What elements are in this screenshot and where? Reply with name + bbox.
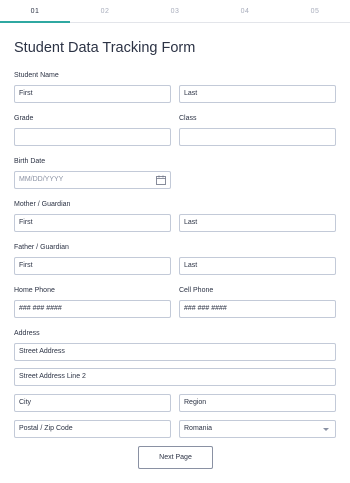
student-name-label: Student Name <box>14 72 59 79</box>
step-3[interactable]: 03 <box>140 0 210 22</box>
street-address-input[interactable]: Street Address <box>14 343 336 361</box>
form-title: Student Data Tracking Form <box>14 40 196 56</box>
step-2[interactable]: 02 <box>70 0 140 22</box>
chevron-down-icon <box>323 428 329 431</box>
step-active-indicator <box>0 21 70 23</box>
grade-input[interactable] <box>14 128 171 146</box>
country-selected-value: Romania <box>184 425 213 432</box>
cell-phone-label: Cell Phone <box>179 287 214 294</box>
calendar-icon[interactable] <box>156 175 166 185</box>
step-1[interactable]: 01 <box>0 0 70 22</box>
country-select[interactable]: Romania <box>179 420 336 438</box>
address-label: Address <box>14 330 40 337</box>
step-4[interactable]: 04 <box>210 0 280 22</box>
class-label: Class <box>179 115 197 122</box>
cell-phone-input[interactable]: ### ### #### <box>179 300 336 318</box>
grade-label: Grade <box>14 115 34 122</box>
mother-guardian-label: Mother / Guardian <box>14 201 71 208</box>
step-5[interactable]: 05 <box>280 0 350 22</box>
birth-date-placeholder: MM/DD/YYYY <box>19 176 64 183</box>
father-guardian-label: Father / Guardian <box>14 244 69 251</box>
birth-date-input[interactable]: MM/DD/YYYY <box>14 171 171 189</box>
postal-code-input[interactable]: Postal / Zip Code <box>14 420 171 438</box>
city-input[interactable]: City <box>14 394 171 412</box>
student-last-name-input[interactable]: Last <box>179 85 336 103</box>
father-first-name-input[interactable]: First <box>14 257 171 275</box>
student-first-name-input[interactable]: First <box>14 85 171 103</box>
step-indicator: 01 02 03 04 05 <box>0 0 350 24</box>
class-input[interactable] <box>179 128 336 146</box>
mother-first-name-input[interactable]: First <box>14 214 171 232</box>
next-page-button[interactable]: Next Page <box>138 446 213 469</box>
region-input[interactable]: Region <box>179 394 336 412</box>
mother-last-name-input[interactable]: Last <box>179 214 336 232</box>
home-phone-label: Home Phone <box>14 287 55 294</box>
home-phone-input[interactable]: ### ### #### <box>14 300 171 318</box>
father-last-name-input[interactable]: Last <box>179 257 336 275</box>
birth-date-label: Birth Date <box>14 158 46 165</box>
street-address-line2-input[interactable]: Street Address Line 2 <box>14 368 336 386</box>
